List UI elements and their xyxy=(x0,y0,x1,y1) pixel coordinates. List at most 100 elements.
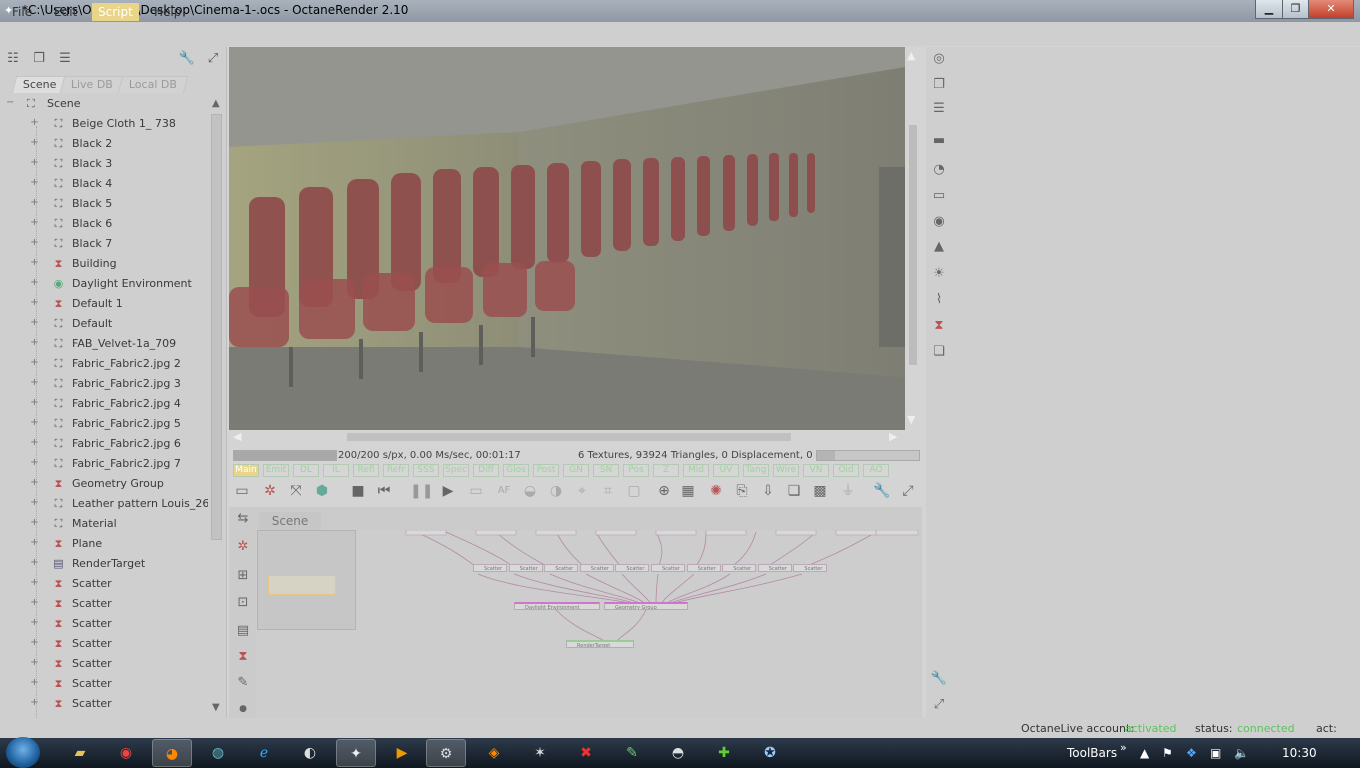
render-pass-button[interactable]: Mid xyxy=(683,464,709,477)
preview-icon[interactable]: ◔ xyxy=(930,161,948,179)
graph-dot-icon[interactable]: ● xyxy=(234,700,252,718)
viewport-vertical-scrollbar[interactable]: ▲ ▼ xyxy=(906,47,920,430)
terminal-icon[interactable]: ▶ xyxy=(382,739,422,767)
object-picker-icon[interactable]: ◑ xyxy=(546,481,566,501)
clay-mode-icon[interactable]: ✲ xyxy=(260,481,280,501)
expand-toggle-icon[interactable]: + xyxy=(30,478,39,488)
graph-clear-icon[interactable]: ✲ xyxy=(234,538,252,556)
scatter-node[interactable]: Scatter xyxy=(757,564,792,572)
zoom-icon[interactable]: ⤧ xyxy=(286,481,306,501)
tree-item[interactable]: + ⧗ Scatter xyxy=(0,634,208,654)
tree-item[interactable]: + ⧗ Building xyxy=(0,254,208,274)
monitor-icon[interactable]: ▭ xyxy=(930,187,948,205)
scroll-left-icon[interactable]: ◀ xyxy=(233,430,241,443)
tree-item[interactable]: + ⛶ Fabric_Fabric2.jpg 4 xyxy=(0,394,208,414)
octane-taskbar-icon[interactable]: ✦ xyxy=(336,739,376,767)
expand-toggle-icon[interactable]: + xyxy=(30,658,39,668)
start-button[interactable] xyxy=(6,737,40,768)
maximize-button[interactable]: ❐ xyxy=(1282,0,1309,19)
stack-icon[interactable]: ❏ xyxy=(930,343,948,361)
scatter-node[interactable]: Scatter xyxy=(579,564,614,572)
expand-toggle-icon[interactable]: + xyxy=(30,398,39,408)
tab-live-db[interactable]: Live DB xyxy=(59,76,125,93)
collapse-icon[interactable]: ❐ xyxy=(30,50,48,68)
expand-toggle-icon[interactable]: + xyxy=(30,258,39,268)
flag-icon[interactable]: ⚑ xyxy=(1162,746,1173,760)
app-gear-icon[interactable]: ⚙ xyxy=(426,739,466,767)
app-star-icon[interactable]: ✶ xyxy=(520,739,560,767)
mesh-icon[interactable]: ⧗ xyxy=(930,317,948,335)
blender-icon[interactable]: ◈ xyxy=(474,739,514,767)
tree-item[interactable]: + ⛶ Beige Cloth 1_ 738 xyxy=(0,114,208,134)
render-pass-button[interactable]: Diff xyxy=(473,464,499,477)
scatter-node[interactable]: Scatter xyxy=(473,564,507,572)
render-pass-button[interactable]: SN xyxy=(593,464,619,477)
scroll-up-icon[interactable]: ▲ xyxy=(212,98,220,109)
wrench-icon[interactable]: 🔧 xyxy=(178,50,196,68)
expand-toggle-icon[interactable]: + xyxy=(30,318,39,328)
expand-toggle-icon[interactable]: + xyxy=(30,278,39,288)
expand-toggle-icon[interactable]: + xyxy=(30,198,39,208)
expand-toggle-icon[interactable]: + xyxy=(30,578,39,588)
restart-icon[interactable]: ⏮ xyxy=(374,481,394,501)
tree-item[interactable]: + ⛶ Black 6 xyxy=(0,214,208,234)
tree-item[interactable]: + ⛶ Black 3 xyxy=(0,154,208,174)
render-pass-button[interactable]: Z xyxy=(653,464,679,477)
tab-local-db[interactable]: Local DB xyxy=(117,76,189,93)
firefox-icon[interactable]: ◕ xyxy=(152,739,192,767)
tree-item[interactable]: + ⧗ Scatter xyxy=(0,574,208,594)
render-target-node[interactable]: RenderTarget xyxy=(566,640,634,648)
scatter-node[interactable]: Scatter xyxy=(615,564,650,572)
app-target-icon[interactable]: ✪ xyxy=(750,739,790,767)
expand-toggle-icon[interactable]: + xyxy=(30,238,39,248)
environment-icon[interactable]: ◉ xyxy=(930,213,948,231)
sun-icon[interactable]: ☀ xyxy=(930,265,948,283)
render-pass-button[interactable]: Spec xyxy=(443,464,469,477)
graph-fit-icon[interactable]: ⊡ xyxy=(234,594,252,612)
app-globe-icon[interactable]: ◍ xyxy=(198,739,238,767)
tree-item[interactable]: + ⛶ Fabric_Fabric2.jpg 7 xyxy=(0,454,208,474)
expand-toggle-icon[interactable]: + xyxy=(30,598,39,608)
gimp-icon[interactable]: ◓ xyxy=(658,739,698,767)
expand-toggle-icon[interactable]: + xyxy=(30,418,39,428)
render-pass-button[interactable]: Refl xyxy=(353,464,379,477)
expand-toggle-icon[interactable]: + xyxy=(30,618,39,628)
volume-icon[interactable]: 🔈 xyxy=(1234,746,1249,760)
expand-toggle-icon[interactable]: + xyxy=(30,118,39,128)
expand-toggle-icon[interactable]: + xyxy=(30,698,39,708)
show-hidden-icons[interactable]: ▲ xyxy=(1140,746,1149,760)
expand-toggle-icon[interactable]: + xyxy=(30,298,39,308)
recenter-icon[interactable]: ▭ xyxy=(232,481,252,501)
clock[interactable]: 10:30 xyxy=(1282,746,1317,760)
wrench-icon[interactable]: 🔧 xyxy=(872,481,892,501)
render-pass-button[interactable]: SSS xyxy=(413,464,439,477)
render-pass-button[interactable]: Refr xyxy=(383,464,409,477)
download-icon[interactable]: ⇩ xyxy=(758,481,778,501)
tree-item[interactable]: + ⧗ Geometry Group xyxy=(0,474,208,494)
region-icon[interactable]: ▢ xyxy=(624,481,644,501)
tree-item[interactable]: + ▤ RenderTarget xyxy=(0,554,208,574)
scroll-up-icon[interactable]: ▲ xyxy=(907,49,915,62)
graph-minimap[interactable] xyxy=(257,530,356,630)
app-pen-icon[interactable]: ✎ xyxy=(612,739,652,767)
scatter-node[interactable]: Scatter xyxy=(651,564,685,572)
fullscreen-icon[interactable]: ⤢ xyxy=(898,481,918,501)
graph-sort-icon[interactable]: ⇆ xyxy=(234,510,252,528)
pause-icon[interactable]: ❚❚ xyxy=(410,481,433,501)
expand-toggle-icon[interactable]: + xyxy=(30,498,39,508)
expand-toggle-icon[interactable]: + xyxy=(30,458,39,468)
tree-item[interactable]: + ⛶ Black 7 xyxy=(0,234,208,254)
expand-toggle-icon[interactable]: + xyxy=(30,638,39,648)
geometry-group-node[interactable]: Geometry Group xyxy=(604,602,688,610)
expand-toggle-icon[interactable]: + xyxy=(30,218,39,228)
network-icon[interactable]: ▣ xyxy=(1210,746,1221,760)
tree-item[interactable]: + ⛶ Material xyxy=(0,514,208,534)
scroll-thumb[interactable] xyxy=(347,433,791,441)
render-pass-button[interactable]: UV xyxy=(713,464,739,477)
tree-item[interactable]: + ⧗ Default 1 xyxy=(0,294,208,314)
plug-icon[interactable]: ⏚ xyxy=(838,481,858,501)
expand-toggle-icon[interactable]: + xyxy=(30,518,39,528)
expand-toggle-icon[interactable]: + xyxy=(30,558,39,568)
minimap-viewport[interactable] xyxy=(268,575,336,595)
app-headset-icon[interactable]: ◐ xyxy=(290,739,330,767)
